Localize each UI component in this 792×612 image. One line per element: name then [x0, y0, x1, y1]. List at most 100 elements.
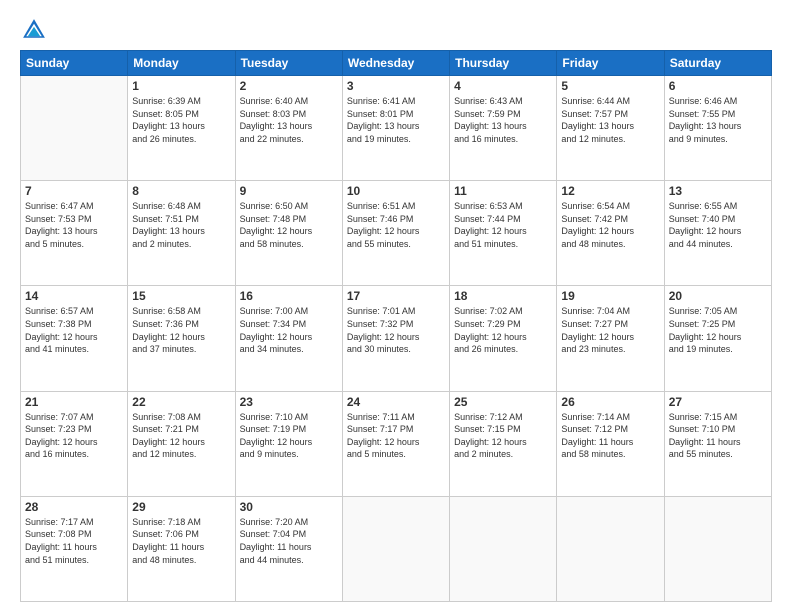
- day-number: 12: [561, 184, 659, 198]
- day-number: 8: [132, 184, 230, 198]
- day-number: 10: [347, 184, 445, 198]
- day-cell: 6 Sunrise: 6:46 AM Sunset: 7:55 PM Daylig…: [664, 76, 771, 181]
- header-thursday: Thursday: [450, 51, 557, 76]
- day-info: Sunrise: 7:00 AM Sunset: 7:34 PM Dayligh…: [240, 305, 338, 355]
- day-info: Sunrise: 6:44 AM Sunset: 7:57 PM Dayligh…: [561, 95, 659, 145]
- day-cell: 9 Sunrise: 6:50 AM Sunset: 7:48 PM Daylig…: [235, 181, 342, 286]
- day-number: 25: [454, 395, 552, 409]
- day-number: 27: [669, 395, 767, 409]
- day-cell: 28Sunrise: 7:17 AM Sunset: 7:08 PM Dayli…: [21, 496, 128, 601]
- day-number: 6: [669, 79, 767, 93]
- day-number: 14: [25, 289, 123, 303]
- logo: [20, 16, 52, 44]
- day-cell: 16 Sunrise: 7:00 AM Sunset: 7:34 PM Dayli…: [235, 286, 342, 391]
- day-cell: 12Sunrise: 6:54 AM Sunset: 7:42 PM Dayli…: [557, 181, 664, 286]
- day-number: 24: [347, 395, 445, 409]
- day-cell: 13 Sunrise: 6:55 AM Sunset: 7:40 PM Dayli…: [664, 181, 771, 286]
- day-cell: 17 Sunrise: 7:01 AM Sunset: 7:32 PM Dayli…: [342, 286, 449, 391]
- day-number: 26: [561, 395, 659, 409]
- day-number: 11: [454, 184, 552, 198]
- week-row-3: 14 Sunrise: 6:57 AM Sunset: 7:38 PM Dayli…: [21, 286, 772, 391]
- day-info: Sunrise: 6:43 AM Sunset: 7:59 PM Dayligh…: [454, 95, 552, 145]
- day-cell: 15 Sunrise: 6:58 AM Sunset: 7:36 PM Dayli…: [128, 286, 235, 391]
- day-cell: 25 Sunrise: 7:12 AM Sunset: 7:15 PM Dayli…: [450, 391, 557, 496]
- day-number: 18: [454, 289, 552, 303]
- day-info: Sunrise: 7:10 AM Sunset: 7:19 PM Dayligh…: [240, 411, 338, 461]
- day-cell: [21, 76, 128, 181]
- day-cell: 14 Sunrise: 6:57 AM Sunset: 7:38 PM Dayli…: [21, 286, 128, 391]
- day-number: 1: [132, 79, 230, 93]
- day-info: Sunrise: 7:05 AM Sunset: 7:25 PM Dayligh…: [669, 305, 767, 355]
- day-number: 30: [240, 500, 338, 514]
- day-number: 4: [454, 79, 552, 93]
- day-cell: 20 Sunrise: 7:05 AM Sunset: 7:25 PM Dayli…: [664, 286, 771, 391]
- day-number: 16: [240, 289, 338, 303]
- day-info: Sunrise: 7:20 AM Sunset: 7:04 PM Dayligh…: [240, 516, 338, 566]
- day-number: 13: [669, 184, 767, 198]
- day-info: Sunrise: 7:18 AM Sunset: 7:06 PM Dayligh…: [132, 516, 230, 566]
- day-cell: 4 Sunrise: 6:43 AM Sunset: 7:59 PM Daylig…: [450, 76, 557, 181]
- day-number: 29: [132, 500, 230, 514]
- day-cell: [557, 496, 664, 601]
- day-info: Sunrise: 7:11 AM Sunset: 7:17 PM Dayligh…: [347, 411, 445, 461]
- week-row-4: 21 Sunrise: 7:07 AM Sunset: 7:23 PM Dayli…: [21, 391, 772, 496]
- day-cell: 24 Sunrise: 7:11 AM Sunset: 7:17 PM Dayli…: [342, 391, 449, 496]
- day-cell: [342, 496, 449, 601]
- day-cell: 10 Sunrise: 6:51 AM Sunset: 7:46 PM Dayli…: [342, 181, 449, 286]
- day-cell: 2 Sunrise: 6:40 AM Sunset: 8:03 PM Daylig…: [235, 76, 342, 181]
- day-info: Sunrise: 6:41 AM Sunset: 8:01 PM Dayligh…: [347, 95, 445, 145]
- day-info: Sunrise: 6:39 AM Sunset: 8:05 PM Dayligh…: [132, 95, 230, 145]
- calendar-table: Sunday Monday Tuesday Wednesday Thursday…: [20, 50, 772, 602]
- day-info: Sunrise: 7:14 AM Sunset: 7:12 PM Dayligh…: [561, 411, 659, 461]
- day-cell: 30 Sunrise: 7:20 AM Sunset: 7:04 PM Dayli…: [235, 496, 342, 601]
- header-sunday: Sunday: [21, 51, 128, 76]
- week-row-2: 7Sunrise: 6:47 AM Sunset: 7:53 PM Daylig…: [21, 181, 772, 286]
- day-cell: 3 Sunrise: 6:41 AM Sunset: 8:01 PM Daylig…: [342, 76, 449, 181]
- logo-icon: [20, 16, 48, 44]
- day-cell: 7Sunrise: 6:47 AM Sunset: 7:53 PM Daylig…: [21, 181, 128, 286]
- top-section: [20, 16, 772, 44]
- day-cell: 22Sunrise: 7:08 AM Sunset: 7:21 PM Dayli…: [128, 391, 235, 496]
- day-number: 3: [347, 79, 445, 93]
- day-info: Sunrise: 7:02 AM Sunset: 7:29 PM Dayligh…: [454, 305, 552, 355]
- day-info: Sunrise: 6:57 AM Sunset: 7:38 PM Dayligh…: [25, 305, 123, 355]
- day-cell: [450, 496, 557, 601]
- day-cell: 26 Sunrise: 7:14 AM Sunset: 7:12 PM Dayli…: [557, 391, 664, 496]
- header-monday: Monday: [128, 51, 235, 76]
- day-info: Sunrise: 6:55 AM Sunset: 7:40 PM Dayligh…: [669, 200, 767, 250]
- day-cell: 27 Sunrise: 7:15 AM Sunset: 7:10 PM Dayli…: [664, 391, 771, 496]
- day-number: 2: [240, 79, 338, 93]
- day-cell: 5 Sunrise: 6:44 AM Sunset: 7:57 PM Daylig…: [557, 76, 664, 181]
- day-number: 21: [25, 395, 123, 409]
- week-row-5: 28Sunrise: 7:17 AM Sunset: 7:08 PM Dayli…: [21, 496, 772, 601]
- day-cell: 18 Sunrise: 7:02 AM Sunset: 7:29 PM Dayli…: [450, 286, 557, 391]
- day-info: Sunrise: 6:50 AM Sunset: 7:48 PM Dayligh…: [240, 200, 338, 250]
- day-info: Sunrise: 6:46 AM Sunset: 7:55 PM Dayligh…: [669, 95, 767, 145]
- day-info: Sunrise: 7:01 AM Sunset: 7:32 PM Dayligh…: [347, 305, 445, 355]
- day-cell: 29 Sunrise: 7:18 AM Sunset: 7:06 PM Dayli…: [128, 496, 235, 601]
- day-number: 20: [669, 289, 767, 303]
- header-saturday: Saturday: [664, 51, 771, 76]
- day-cell: [664, 496, 771, 601]
- day-number: 9: [240, 184, 338, 198]
- day-number: 28: [25, 500, 123, 514]
- day-info: Sunrise: 6:51 AM Sunset: 7:46 PM Dayligh…: [347, 200, 445, 250]
- day-number: 15: [132, 289, 230, 303]
- day-number: 5: [561, 79, 659, 93]
- day-number: 7: [25, 184, 123, 198]
- day-number: 17: [347, 289, 445, 303]
- day-info: Sunrise: 6:58 AM Sunset: 7:36 PM Dayligh…: [132, 305, 230, 355]
- day-info: Sunrise: 6:48 AM Sunset: 7:51 PM Dayligh…: [132, 200, 230, 250]
- day-cell: 23Sunrise: 7:10 AM Sunset: 7:19 PM Dayli…: [235, 391, 342, 496]
- day-info: Sunrise: 7:15 AM Sunset: 7:10 PM Dayligh…: [669, 411, 767, 461]
- day-info: Sunrise: 7:08 AM Sunset: 7:21 PM Dayligh…: [132, 411, 230, 461]
- page: Sunday Monday Tuesday Wednesday Thursday…: [0, 0, 792, 612]
- day-info: Sunrise: 6:40 AM Sunset: 8:03 PM Dayligh…: [240, 95, 338, 145]
- day-cell: 1 Sunrise: 6:39 AM Sunset: 8:05 PM Daylig…: [128, 76, 235, 181]
- header-wednesday: Wednesday: [342, 51, 449, 76]
- day-info: Sunrise: 7:07 AM Sunset: 7:23 PM Dayligh…: [25, 411, 123, 461]
- weekday-header-row: Sunday Monday Tuesday Wednesday Thursday…: [21, 51, 772, 76]
- day-info: Sunrise: 7:04 AM Sunset: 7:27 PM Dayligh…: [561, 305, 659, 355]
- day-info: Sunrise: 7:12 AM Sunset: 7:15 PM Dayligh…: [454, 411, 552, 461]
- day-cell: 19Sunrise: 7:04 AM Sunset: 7:27 PM Dayli…: [557, 286, 664, 391]
